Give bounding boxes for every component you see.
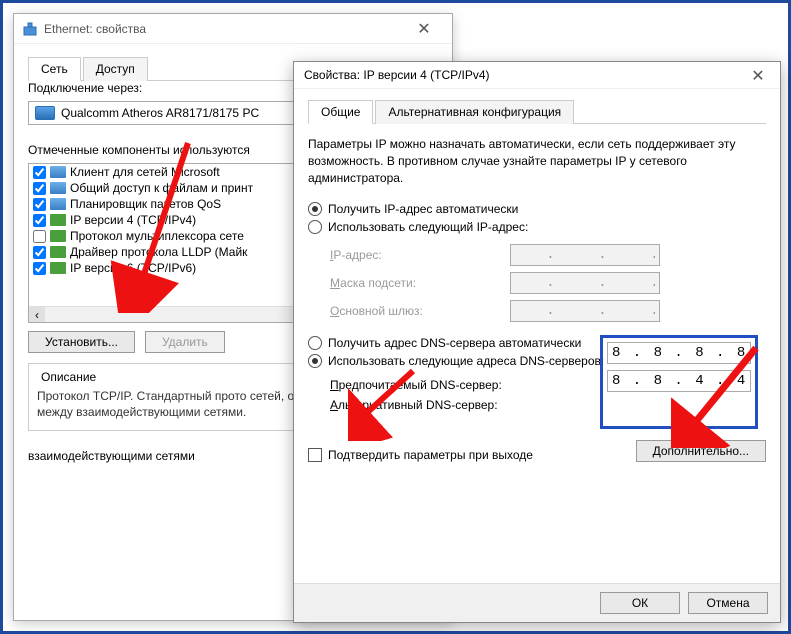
close-button[interactable]: ✕ [736, 62, 780, 90]
close-button[interactable]: ✕ [404, 15, 444, 43]
component-label: Клиент для сетей Microsoft [70, 165, 220, 179]
component-label: Общий доступ к файлам и принт [70, 181, 253, 195]
description-legend: Описание [37, 370, 100, 384]
component-checkbox[interactable] [33, 230, 46, 243]
ipv4-window-title: Свойства: IP версии 4 (TCP/IPv4) [304, 68, 490, 82]
dns-highlight-box [600, 335, 758, 429]
adapter-name: Qualcomm Atheros AR8171/8175 PC [61, 106, 259, 120]
ip-address-label: IP-адрес: [330, 248, 510, 262]
remove-button[interactable]: Удалить [145, 331, 225, 353]
titlebar: Ethernet: свойства ✕ [14, 14, 452, 44]
radio-icon [308, 220, 322, 234]
tab-network[interactable]: Сеть [28, 57, 81, 81]
protocol-icon [50, 182, 66, 194]
component-label: Протокол мультиплексора сете [70, 229, 244, 243]
subnet-mask-input [510, 272, 660, 294]
protocol-icon [50, 230, 66, 242]
ipv4-properties-window: Свойства: IP версии 4 (TCP/IPv4) ✕ Общие… [293, 61, 781, 623]
ipv4-description: Параметры IP можно назначать автоматичес… [308, 136, 766, 186]
nic-icon [35, 106, 55, 120]
window-title: Ethernet: свойства [44, 22, 404, 36]
checkbox-icon [308, 448, 322, 462]
component-label: Драйвер протокола LLDP (Майк [70, 245, 247, 259]
ipv4-titlebar: Свойства: IP версии 4 (TCP/IPv4) [294, 62, 780, 89]
ok-button[interactable]: ОК [600, 592, 680, 614]
component-checkbox[interactable] [33, 262, 46, 275]
preferred-dns-input[interactable] [607, 342, 751, 364]
radio-icon [308, 336, 322, 350]
advanced-button[interactable]: Дополнительно... [636, 440, 766, 462]
alternate-dns-label: Альтернативный DNS-сервер: [330, 398, 510, 412]
component-label: IP версии 6 (TCP/IPv6) [70, 261, 196, 275]
component-label: Планировщик пакетов QoS [70, 197, 221, 211]
radio-icon [308, 202, 322, 216]
install-button[interactable]: Установить... [28, 331, 135, 353]
protocol-icon [50, 214, 66, 226]
preferred-dns-label: Предпочитаемый DNS-сервер: [330, 378, 510, 392]
tab-access[interactable]: Доступ [83, 57, 148, 81]
cancel-button[interactable]: Отмена [688, 592, 768, 614]
component-label: IP версии 4 (TCP/IPv4) [70, 213, 196, 227]
component-checkbox[interactable] [33, 182, 46, 195]
tab-general[interactable]: Общие [308, 100, 373, 124]
gateway-label: Основной шлюз: [330, 304, 510, 318]
ip-address-input [510, 244, 660, 266]
radio-icon [308, 354, 322, 368]
component-checkbox[interactable] [33, 246, 46, 259]
tab-alternate[interactable]: Альтернативная конфигурация [375, 100, 574, 124]
component-checkbox[interactable] [33, 214, 46, 227]
protocol-icon [50, 246, 66, 258]
radio-auto-ip[interactable]: Получить IP-адрес автоматически [308, 200, 766, 218]
component-checkbox[interactable] [33, 198, 46, 211]
protocol-icon [50, 198, 66, 210]
component-checkbox[interactable] [33, 166, 46, 179]
protocol-icon [50, 166, 66, 178]
alternate-dns-input[interactable] [607, 370, 751, 392]
scroll-left-icon[interactable]: ‹ [29, 307, 45, 323]
protocol-icon [50, 262, 66, 274]
gateway-input [510, 300, 660, 322]
radio-manual-ip[interactable]: Использовать следующий IP-адрес: [308, 218, 766, 236]
ethernet-icon [22, 21, 38, 37]
subnet-mask-label: Маска подсети: [330, 276, 510, 290]
